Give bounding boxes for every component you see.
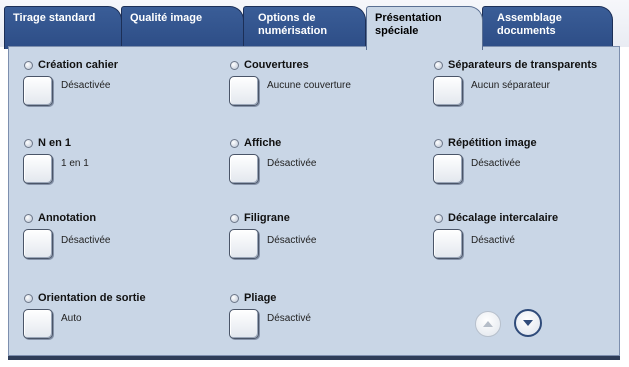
option-title: Annotation <box>24 212 96 224</box>
repetition-image-button[interactable] <box>433 154 463 184</box>
scroll-down-button[interactable] <box>514 309 542 337</box>
option-title: Couvertures <box>230 59 309 71</box>
creation-cahier-button[interactable] <box>23 76 53 106</box>
tab-assemblage-documents[interactable]: Assemblage documents <box>482 6 613 49</box>
radio-icon <box>230 213 239 223</box>
tab-options-numerisation[interactable]: Options de numérisation <box>243 6 366 49</box>
tab-label: Options de numérisation <box>258 12 328 37</box>
radio-icon <box>230 293 239 303</box>
radio-icon <box>434 213 443 223</box>
tab-tirage-standard[interactable]: Tirage standard <box>4 6 122 49</box>
option-value: Désactivée <box>267 235 317 246</box>
option-value: Aucun séparateur <box>471 80 550 91</box>
option-value: Désactivée <box>61 80 111 91</box>
tab-label: Assemblage documents <box>497 12 562 37</box>
couvertures-button[interactable] <box>229 76 259 106</box>
option-label: Couvertures <box>244 59 309 71</box>
chevron-down-icon <box>523 320 533 326</box>
scroll-up-button[interactable] <box>475 311 501 337</box>
radio-icon <box>434 60 443 70</box>
option-title: Orientation de sortie <box>24 292 146 304</box>
tab-label: Présentation spéciale <box>375 12 442 37</box>
option-value: Auto <box>61 313 82 324</box>
option-value: Désactivée <box>61 235 111 246</box>
option-value: Désactivé <box>267 313 311 324</box>
radio-icon <box>434 138 443 148</box>
option-title: Séparateurs de transparents <box>434 59 597 71</box>
option-value: Aucune couverture <box>267 80 351 91</box>
n-en-1-button[interactable] <box>23 154 53 184</box>
tab-qualite-image[interactable]: Qualité image <box>121 6 244 49</box>
radio-icon <box>24 60 33 70</box>
filigrane-button[interactable] <box>229 229 259 259</box>
option-label: Répétition image <box>448 137 537 149</box>
option-title: Répétition image <box>434 137 537 149</box>
tab-label: Qualité image <box>130 12 203 24</box>
radio-icon <box>24 213 33 223</box>
tab-bar: Tirage standard Qualité image Options de… <box>0 0 629 50</box>
option-label: Orientation de sortie <box>38 292 146 304</box>
option-title: Décalage intercalaire <box>434 212 558 224</box>
option-label: Affiche <box>244 137 282 149</box>
radio-icon <box>230 138 239 148</box>
radio-icon <box>24 293 33 303</box>
option-label: Création cahier <box>38 59 119 71</box>
option-value: Désactivé <box>471 235 515 246</box>
option-title: Filigrane <box>230 212 290 224</box>
separateurs-transparents-button[interactable] <box>433 76 463 106</box>
option-title: N en 1 <box>24 137 71 149</box>
radio-icon <box>24 138 33 148</box>
affiche-button[interactable] <box>229 154 259 184</box>
radio-icon <box>230 60 239 70</box>
option-value: 1 en 1 <box>61 158 89 169</box>
option-title: Pliage <box>230 292 276 304</box>
option-label: Séparateurs de transparents <box>448 59 598 71</box>
option-title: Création cahier <box>24 59 118 71</box>
option-label: N en 1 <box>38 137 72 149</box>
option-label: Pliage <box>244 292 277 304</box>
pliage-button[interactable] <box>229 309 259 339</box>
orientation-sortie-button[interactable] <box>23 309 53 339</box>
option-value: Désactivée <box>267 158 317 169</box>
tab-label: Tirage standard <box>13 12 96 24</box>
option-label: Décalage intercalaire <box>448 212 559 224</box>
annotation-button[interactable] <box>23 229 53 259</box>
panel-bottom-border <box>8 356 620 360</box>
option-title: Affiche <box>230 137 281 149</box>
option-value: Désactivée <box>471 158 521 169</box>
chevron-up-icon <box>483 321 493 327</box>
option-label: Annotation <box>38 212 97 224</box>
option-label: Filigrane <box>244 212 290 224</box>
tab-presentation-speciale[interactable]: Présentation spéciale <box>366 6 483 50</box>
decalage-intercalaire-button[interactable] <box>433 229 463 259</box>
